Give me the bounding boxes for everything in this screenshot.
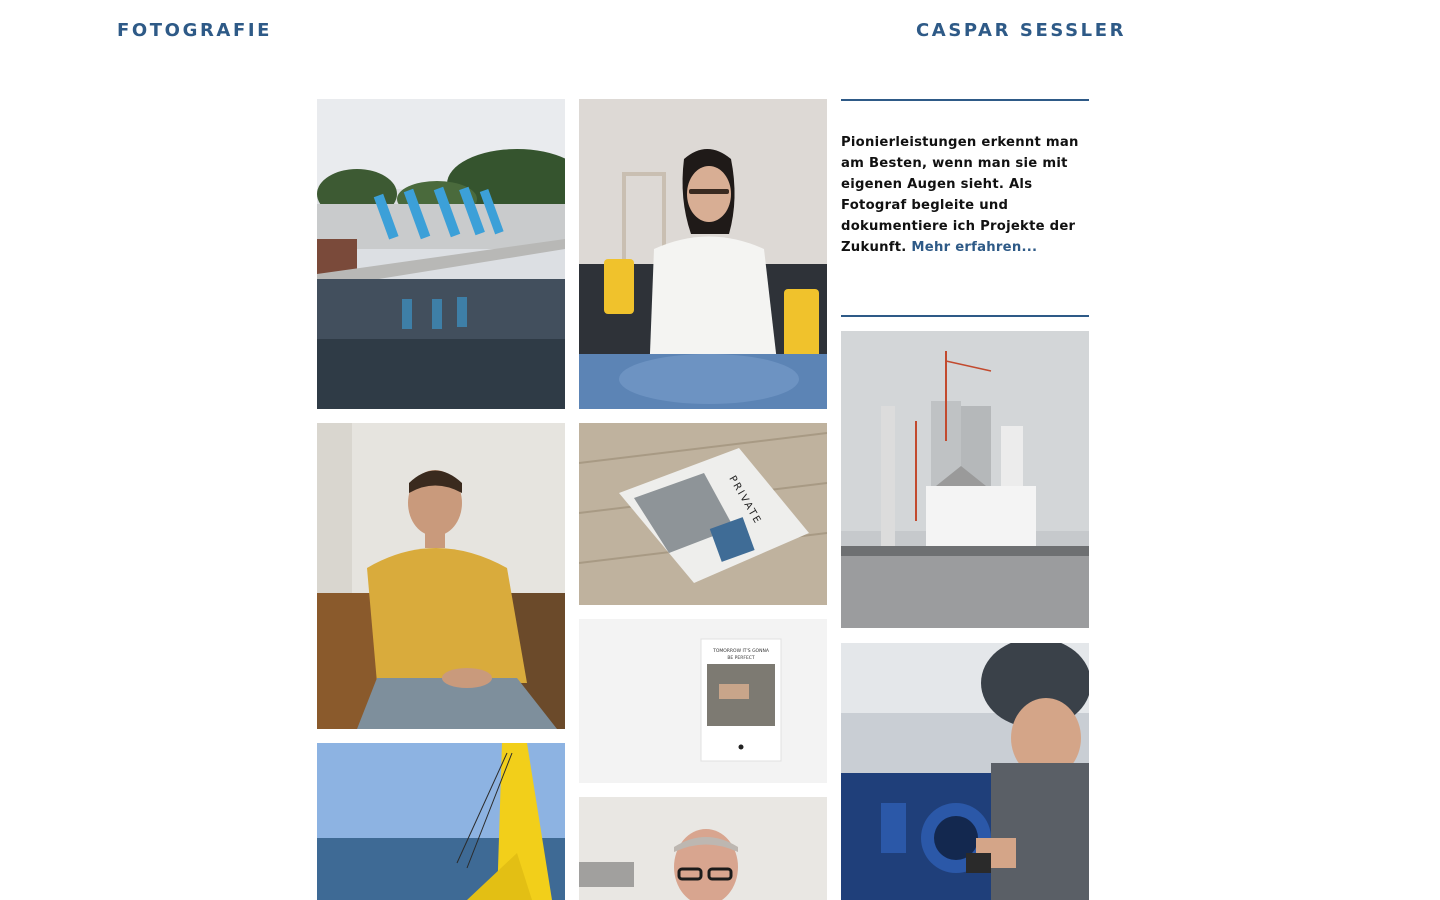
bottom-divider <box>841 315 1089 317</box>
photo-yellow-crane-sea[interactable] <box>317 743 565 900</box>
photo-river-installation[interactable] <box>317 99 565 409</box>
intro-text-block: Pionierleistungen erkennt man am Besten,… <box>841 132 1089 258</box>
photo-man-glasses-portrait[interactable] <box>579 797 827 900</box>
photo-book-on-white[interactable]: TOMORROW IT'S GONNA BE PERFECT <box>579 619 827 783</box>
photo-woman-portrait[interactable] <box>579 99 827 409</box>
photo-magazine-on-table[interactable]: PRIVATE <box>579 423 827 605</box>
top-divider <box>841 99 1089 101</box>
nav-fotografie-link[interactable]: FOTOGRAFIE <box>117 20 272 41</box>
photo-power-plant-construction[interactable] <box>841 331 1089 628</box>
svg-text:BE PERFECT: BE PERFECT <box>727 655 755 661</box>
intro-text: Pionierleistungen erkennt man am Besten,… <box>841 135 1079 255</box>
nav-caspar-sessler-link[interactable]: CASPAR SESSLER <box>916 20 1126 41</box>
more-link[interactable]: Mehr erfahren... <box>911 240 1037 255</box>
photo-man-yellow-shirt-portrait[interactable] <box>317 423 565 729</box>
photo-worker-helmet-machine[interactable] <box>841 643 1089 900</box>
svg-text:TOMORROW IT'S GONNA: TOMORROW IT'S GONNA <box>712 648 770 654</box>
